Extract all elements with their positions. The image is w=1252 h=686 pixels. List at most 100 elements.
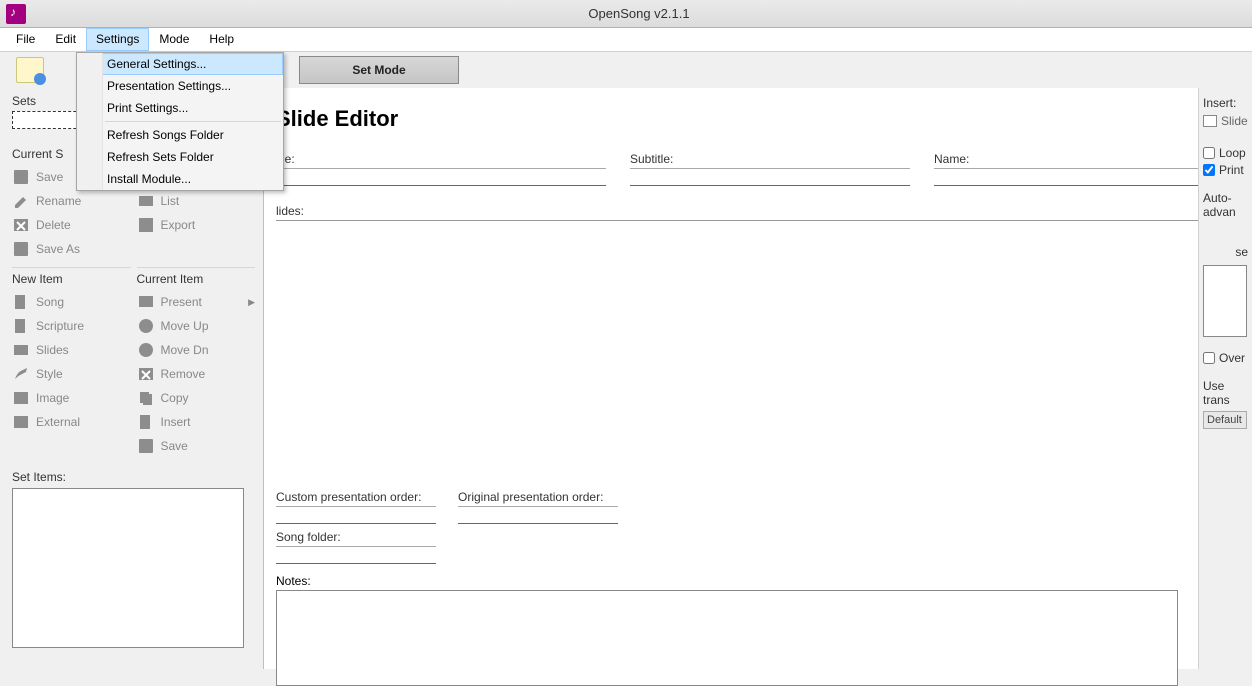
slides-label: Slides <box>36 343 69 357</box>
move-dn-action[interactable]: Move Dn <box>137 338 256 362</box>
copy-icon <box>137 389 155 407</box>
dropdown-separator <box>105 121 281 122</box>
right-sidebar: Insert: Slide Loop Print Auto-advan se O… <box>1198 88 1252 669</box>
slides-area[interactable] <box>276 220 1240 482</box>
present-icon <box>137 293 155 311</box>
set-items-list[interactable] <box>12 488 244 648</box>
use-trans-label: Use trans <box>1203 379 1248 407</box>
move-up-label: Move Up <box>161 319 209 333</box>
opo-label: Original presentation order: <box>458 490 618 504</box>
save2-action[interactable]: Save <box>137 434 256 458</box>
slides-icon <box>12 341 30 359</box>
menu-presentation-settings[interactable]: Presentation Settings... <box>77 75 283 97</box>
menu-help[interactable]: Help <box>199 28 244 51</box>
title-label: itle: <box>276 152 606 166</box>
copy-action[interactable]: Copy <box>137 386 256 410</box>
cpo-input[interactable] <box>276 506 436 524</box>
print-label: Print <box>1219 163 1244 177</box>
menu-settings[interactable]: Settings <box>86 28 149 51</box>
new-slides[interactable]: Slides <box>12 338 131 362</box>
print-check[interactable] <box>1203 164 1215 176</box>
slides-area-label: lides: <box>276 204 1240 218</box>
remove-action[interactable]: Remove <box>137 362 256 386</box>
subtitle-label: Subtitle: <box>630 152 910 166</box>
external-icon <box>12 413 30 431</box>
song-folder-input[interactable] <box>276 546 436 564</box>
insert-slide-label: Slide <box>1221 114 1248 128</box>
menu-refresh-songs[interactable]: Refresh Songs Folder <box>77 124 283 146</box>
new-item-label: New Item <box>12 272 131 286</box>
song-label: Song <box>36 295 64 309</box>
override-checkbox[interactable]: Over <box>1203 351 1248 365</box>
override-label: Over <box>1219 351 1245 365</box>
delete-action[interactable]: Delete <box>12 213 131 237</box>
menu-general-settings[interactable]: General Settings... <box>77 53 283 75</box>
rename-action[interactable]: Rename <box>12 189 131 213</box>
title-input[interactable] <box>276 168 606 186</box>
present-action[interactable]: Present ▶ <box>137 290 256 314</box>
auto-advance-label: Auto-advan <box>1203 191 1248 219</box>
menu-file[interactable]: File <box>6 28 45 51</box>
insert-label: Insert: <box>1203 96 1248 110</box>
arrow-up-icon <box>137 317 155 335</box>
new-image[interactable]: Image <box>12 386 131 410</box>
save2-label: Save <box>161 439 188 453</box>
mode-icon[interactable] <box>16 57 44 83</box>
floppy-icon <box>137 437 155 455</box>
notes-label: Notes: <box>276 574 1240 588</box>
insert-action[interactable]: Insert <box>137 410 256 434</box>
delete-icon <box>12 216 30 234</box>
set-mode-button[interactable]: Set Mode <box>299 56 459 84</box>
notes-textarea[interactable] <box>276 590 1178 686</box>
opo-input[interactable] <box>458 506 618 524</box>
list-action[interactable]: List <box>137 189 256 213</box>
subtitle-input[interactable] <box>630 168 910 186</box>
loop-checkbox[interactable]: Loop <box>1203 146 1248 160</box>
new-style[interactable]: Style <box>12 362 131 386</box>
menu-print-settings[interactable]: Print Settings... <box>77 97 283 119</box>
insert-icon <box>137 413 155 431</box>
new-external[interactable]: External <box>12 410 131 434</box>
image-label: Image <box>36 391 69 405</box>
new-song[interactable]: Song <box>12 290 131 314</box>
remove-label: Remove <box>161 367 206 381</box>
song-icon <box>12 293 30 311</box>
override-check[interactable] <box>1203 352 1215 364</box>
preview-box <box>1203 265 1247 337</box>
seconds-label: se <box>1203 245 1248 259</box>
insert-slide-button[interactable]: Slide <box>1203 114 1248 128</box>
rename-label: Rename <box>36 194 81 208</box>
loop-check[interactable] <box>1203 147 1215 159</box>
floppy-icon <box>12 168 30 186</box>
menu-mode[interactable]: Mode <box>149 28 199 51</box>
export-action[interactable]: Export <box>137 213 256 237</box>
export-icon <box>137 216 155 234</box>
editor-panel: Slide Editor itle: Subtitle: Name: lides… <box>264 88 1252 669</box>
present-label: Present <box>161 295 202 309</box>
set-items-label: Set Items: <box>12 470 255 484</box>
external-label: External <box>36 415 80 429</box>
new-scripture[interactable]: Scripture <box>12 314 131 338</box>
dropdown-icon-column <box>77 53 103 190</box>
save-as-action[interactable]: Save As <box>12 237 131 261</box>
cpo-label: Custom presentation order: <box>276 490 436 504</box>
move-up-action[interactable]: Move Up <box>137 314 256 338</box>
chevron-right-icon: ▶ <box>248 297 255 308</box>
remove-icon <box>137 365 155 383</box>
settings-dropdown: General Settings... Presentation Setting… <box>76 52 284 191</box>
window-title: OpenSong v2.1.1 <box>26 6 1252 21</box>
transition-combo[interactable]: Default <box>1203 411 1247 429</box>
menu-edit[interactable]: Edit <box>45 28 86 51</box>
menu-refresh-sets[interactable]: Refresh Sets Folder <box>77 146 283 168</box>
slide-icon <box>1203 115 1217 127</box>
name-input[interactable] <box>934 168 1209 186</box>
current-item-label: Current Item <box>137 272 256 286</box>
image-icon <box>12 389 30 407</box>
print-checkbox[interactable]: Print <box>1203 163 1248 177</box>
list-icon <box>137 192 155 210</box>
scripture-label: Scripture <box>36 319 84 333</box>
loop-label: Loop <box>1219 146 1246 160</box>
floppy-icon <box>12 240 30 258</box>
menu-install-module[interactable]: Install Module... <box>77 168 283 190</box>
menu-bar: File Edit Settings Mode Help <box>0 28 1252 52</box>
